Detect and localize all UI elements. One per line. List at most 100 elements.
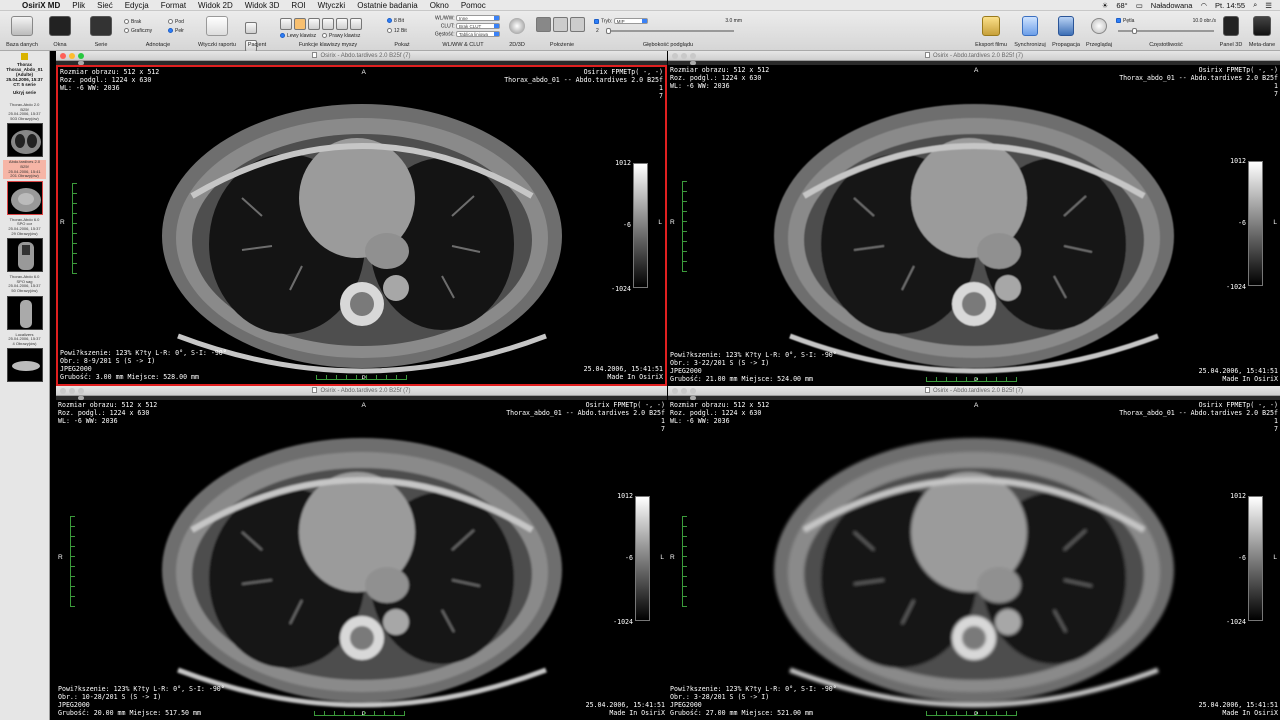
annot-full-radio[interactable] xyxy=(168,28,173,34)
roi-tool-icon[interactable] xyxy=(350,18,362,30)
viewer-top-left[interactable]: Osirix - Abdo.tardives 2.0 B25f (7) Rozm… xyxy=(56,51,667,386)
image-canvas[interactable]: Rozmiar obrazu: 512 x 512 Roz. podgl.: 1… xyxy=(668,400,1280,720)
series-button[interactable]: Serie xyxy=(84,13,118,49)
minimize-window-icon[interactable] xyxy=(681,53,687,59)
slice-index-label: Obr.: 3-22/201 S (S -> I) xyxy=(670,359,770,367)
database-button[interactable]: Baza danych xyxy=(2,13,42,49)
series-item[interactable]: Localizers 25.04.2006, 15:37 4 Obrazy(ów) xyxy=(3,332,46,383)
menu-widok-2d[interactable]: Widok 2D xyxy=(192,1,239,10)
series-thumbnail[interactable] xyxy=(6,348,43,383)
wifi-icon[interactable]: ◠ xyxy=(1200,1,1207,10)
frequency-slider-knob[interactable] xyxy=(1132,28,1137,34)
image-canvas[interactable]: Rozmiar obrazu: 512 x 512 Roz. podgl.: 1… xyxy=(56,65,667,386)
coronal-view-icon[interactable] xyxy=(570,17,585,32)
zoom-window-icon[interactable] xyxy=(78,53,84,59)
series-item[interactable]: Thorax-Abdo 6.0 SPO sag 25.04.2006, 15:37 5… xyxy=(3,275,46,330)
bit8-radio[interactable] xyxy=(387,18,392,24)
panel-3d-button[interactable]: Panel 3D xyxy=(1218,13,1244,49)
move-tool-icon[interactable] xyxy=(294,18,306,30)
report-plugins-button[interactable]: Wtyczki raportu xyxy=(196,13,238,49)
viewer-bottom-left[interactable]: Osirix - Abdo.tardives 2.0 B25f (7) Rozm… xyxy=(56,386,667,720)
scroll-tool-icon[interactable] xyxy=(336,18,348,30)
close-window-icon[interactable] xyxy=(672,53,678,59)
wl-tool-icon[interactable] xyxy=(280,18,292,30)
menu-pomoc[interactable]: Pomoc xyxy=(455,1,492,10)
zoom-window-icon[interactable] xyxy=(690,53,696,59)
menu-edycja[interactable]: Edycja xyxy=(119,1,155,10)
mode-checkbox[interactable] xyxy=(594,18,599,24)
weather-icon[interactable]: ☀ xyxy=(1102,1,1109,10)
close-window-icon[interactable] xyxy=(60,53,66,59)
series-thumbnail[interactable] xyxy=(6,123,43,158)
metadata-button[interactable]: Meta-dane xyxy=(1246,13,1278,49)
menu-widok-3d[interactable]: Widok 3D xyxy=(239,1,286,10)
zoom-window-icon[interactable] xyxy=(78,388,84,394)
sagittal-view-icon[interactable] xyxy=(553,17,568,32)
list-icon[interactable]: ☰ xyxy=(1265,1,1272,10)
annot-none-radio[interactable] xyxy=(124,19,129,25)
loop-checkbox[interactable] xyxy=(1116,18,1121,24)
zoom-window-icon[interactable] xyxy=(690,388,696,394)
bit12-radio[interactable] xyxy=(387,28,392,34)
series-item[interactable]: Thorax-Abdo 6.0 SPO cor 25.04.2006, 15:37 2… xyxy=(3,217,46,273)
menu-format[interactable]: Format xyxy=(155,1,192,10)
orientation-top: A xyxy=(974,402,979,409)
2d3d-button[interactable]: 2D/3D xyxy=(504,13,530,49)
window-titlebar[interactable]: Osirix - Abdo.tardives 2.0 B25f (7) xyxy=(668,386,1280,396)
menu-wtyczki[interactable]: Wtyczki xyxy=(312,1,352,10)
browse-button[interactable]: Przeglądaj xyxy=(1084,13,1114,49)
window-titlebar[interactable]: Osirix - Abdo.tardives 2.0 B25f (7) xyxy=(668,51,1280,61)
annot-graphic-radio[interactable] xyxy=(124,28,129,34)
clut-select[interactable]: Brak CLUT xyxy=(456,23,500,29)
institution-label: Osirix FPMETp( -, -) xyxy=(1198,401,1278,409)
series-item[interactable]: Thorax-Abdo 2.0 B25f 25.04.2006, 15:37 503 … xyxy=(3,102,46,158)
zoom-tool-icon[interactable] xyxy=(308,18,320,30)
close-window-icon[interactable] xyxy=(672,388,678,394)
temperature[interactable]: 68° xyxy=(1116,1,1127,10)
close-window-icon[interactable] xyxy=(60,388,66,394)
image-canvas[interactable]: Rozmiar obrazu: 512 x 512 Roz. podgl.: 1… xyxy=(56,400,667,720)
viewer-top-right[interactable]: Osirix - Abdo.tardives 2.0 B25f (7) Rozm… xyxy=(668,51,1280,386)
hide-series-button[interactable]: Ukryj serie xyxy=(0,90,49,95)
wlww-select[interactable]: Inne xyxy=(456,15,500,21)
previous-patient-icon[interactable] xyxy=(245,22,257,34)
rotate-tool-icon[interactable] xyxy=(322,18,334,30)
viewer-bottom-right[interactable]: Osirix - Abdo.tardives 2.0 B25f (7) Rozm… xyxy=(668,386,1280,720)
clock[interactable]: Pt. 14:55 xyxy=(1215,1,1245,10)
windows-button[interactable]: Okna xyxy=(44,13,76,49)
series-thumbnail[interactable] xyxy=(6,180,43,215)
series-thumbnail[interactable] xyxy=(6,238,43,273)
menu-ostatnie-badania[interactable]: Ostatnie badania xyxy=(351,1,424,10)
right-key-radio[interactable] xyxy=(322,33,327,39)
synchronize-button[interactable]: Synchronizuj xyxy=(1012,13,1048,49)
battery-icon[interactable]: ▭ xyxy=(1136,1,1143,10)
image-canvas[interactable]: Rozmiar obrazu: 512 x 512 Roz. podgl.: 1… xyxy=(668,65,1280,386)
minimize-window-icon[interactable] xyxy=(681,388,687,394)
window-titlebar[interactable]: Osirix - Abdo.tardives 2.0 B25f (7) xyxy=(56,51,667,61)
menu-okno[interactable]: Okno xyxy=(424,1,455,10)
menu-plik[interactable]: Plik xyxy=(66,1,91,10)
slice-index-label: Obr.: 10-28/201 S (S -> I) xyxy=(58,693,162,701)
series-thumbnail[interactable] xyxy=(6,295,43,330)
study-header[interactable]: Thorax Thorax_Abdo_01 (Adulte) 25.04.200… xyxy=(0,51,49,103)
search-icon[interactable]: ⌕ xyxy=(1253,0,1257,10)
menu-roi[interactable]: ROI xyxy=(285,1,311,10)
series-number-label: 7 xyxy=(1274,425,1278,433)
axial-view-icon[interactable] xyxy=(536,17,551,32)
left-key-radio[interactable] xyxy=(280,33,285,39)
minimize-window-icon[interactable] xyxy=(69,53,75,59)
frequency-slider[interactable] xyxy=(1118,28,1214,34)
battery-status[interactable]: Naładowana xyxy=(1151,1,1193,10)
series-item-selected[interactable]: Abdo.tardives 2.0 B25f 25.04.2006, 15:41 20… xyxy=(3,160,46,215)
export-movie-button[interactable]: Eksport filmu xyxy=(972,13,1010,49)
thickness-slider-knob[interactable] xyxy=(606,28,611,34)
opacity-select[interactable]: Tablica liniowa xyxy=(456,31,500,37)
window-titlebar[interactable]: Osirix - Abdo.tardives 2.0 B25f (7) xyxy=(56,386,667,396)
menu-siec[interactable]: Sieć xyxy=(91,1,119,10)
thickness-slider[interactable] xyxy=(606,28,734,34)
propagate-button[interactable]: Propagacja xyxy=(1049,13,1083,49)
annot-basic-radio[interactable] xyxy=(168,19,173,25)
menu-app[interactable]: OsiriX MD xyxy=(16,1,66,10)
minimize-window-icon[interactable] xyxy=(69,388,75,394)
mode-select[interactable]: MIP xyxy=(613,18,648,24)
